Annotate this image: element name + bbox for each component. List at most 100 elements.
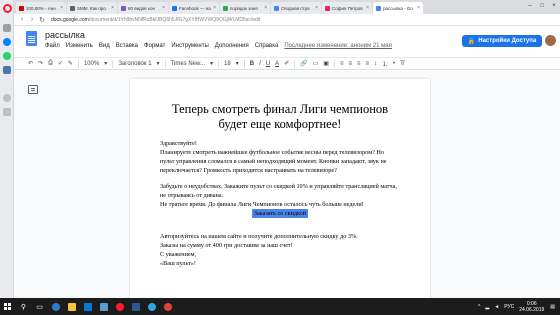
menu-file[interactable]: Файл: [45, 43, 60, 49]
link-icon[interactable]: 🔗: [300, 60, 307, 67]
comment-icon[interactable]: ▭: [313, 60, 319, 67]
doc-title[interactable]: рассылка: [45, 30, 85, 40]
clear-format-icon[interactable]: T̸: [400, 61, 404, 67]
font-size-select[interactable]: 18: [224, 61, 231, 67]
bulleted-list-icon[interactable]: •: [393, 61, 395, 67]
url-field[interactable]: docs.google.com /document/d/1Yh9bvNNfRzB…: [51, 15, 560, 24]
browser-tab[interactable]: 60 видов кон ×: [118, 2, 168, 14]
undo-icon[interactable]: ↶: [28, 60, 33, 67]
highlight-icon[interactable]: ✐: [284, 60, 289, 67]
language-indicator[interactable]: РУС: [504, 304, 514, 310]
window-controls: – □ ×: [524, 0, 560, 12]
tray-arrow-icon[interactable]: ^: [478, 304, 480, 310]
start-button[interactable]: [0, 298, 14, 315]
store-taskbar-icon[interactable]: [81, 298, 94, 315]
close-tab-icon[interactable]: ×: [162, 5, 165, 11]
menu-addons[interactable]: Дополнения: [215, 43, 249, 49]
tab-label: порядок заня: [230, 5, 258, 11]
mail-taskbar-icon[interactable]: [97, 298, 110, 315]
cta-link[interactable]: Заказать со скидкой: [251, 209, 309, 218]
telegram-taskbar-icon[interactable]: [145, 298, 158, 315]
whatsapp-icon[interactable]: [3, 52, 11, 60]
explorer-taskbar-icon[interactable]: [65, 298, 78, 315]
chevron-down-icon[interactable]: ▾: [210, 60, 213, 67]
close-window-icon[interactable]: ×: [548, 0, 560, 12]
menu-edit[interactable]: Изменить: [66, 43, 93, 49]
align-right-icon[interactable]: ≡: [357, 61, 361, 67]
print-icon[interactable]: ⎙: [48, 60, 53, 67]
chevron-down-icon[interactable]: ▾: [104, 60, 107, 67]
browser-sidebar: [0, 0, 14, 298]
menu-tools[interactable]: Инструменты: [171, 43, 208, 49]
text-color-button[interactable]: A: [275, 61, 279, 67]
browser-tab[interactable]: Сводная стра ×: [271, 2, 321, 14]
image-icon[interactable]: ▣: [323, 60, 329, 67]
notifications-icon[interactable]: ▤: [550, 304, 555, 310]
history-icon[interactable]: [3, 94, 11, 102]
speed-dial-icon[interactable]: [3, 24, 11, 32]
tab-label: SMM. Как про: [77, 5, 106, 11]
justify-icon[interactable]: ≡: [366, 61, 370, 67]
volume-icon[interactable]: ◄: [494, 304, 499, 310]
browser-tab[interactable]: SMM. Как про ×: [67, 2, 117, 14]
network-icon[interactable]: ▂: [485, 304, 489, 310]
word-taskbar-icon[interactable]: [129, 298, 142, 315]
vk-icon[interactable]: [3, 66, 11, 74]
messenger-icon[interactable]: [3, 38, 11, 46]
chevron-down-icon[interactable]: ▾: [236, 60, 239, 67]
zoom-select[interactable]: 100%: [84, 61, 99, 67]
search-icon[interactable]: ⚲: [17, 298, 30, 315]
italic-button[interactable]: I: [259, 61, 261, 67]
close-tab-icon[interactable]: ×: [315, 5, 318, 11]
line-spacing-icon[interactable]: ↕: [374, 61, 377, 67]
opera-taskbar-icon[interactable]: [113, 298, 126, 315]
address-bar: ‹ › ↻ docs.google.com /document/d/1Yh9bv…: [14, 14, 560, 26]
last-edit-link[interactable]: Последнее изменение: аноним 21 мая: [284, 43, 392, 49]
outline-icon[interactable]: [28, 85, 38, 94]
close-tab-icon[interactable]: ×: [213, 5, 216, 11]
browser-tab[interactable]: Facebook — на ×: [169, 2, 219, 14]
minimize-icon[interactable]: –: [524, 0, 536, 12]
task-view-icon[interactable]: ▭: [33, 298, 46, 315]
close-tab-icon[interactable]: ×: [417, 5, 420, 11]
chevron-down-icon[interactable]: ▾: [157, 60, 160, 67]
menu-insert[interactable]: Вставка: [116, 43, 138, 49]
avatar[interactable]: [545, 35, 556, 46]
close-tab-icon[interactable]: ×: [111, 5, 114, 11]
browser-tab[interactable]: 100,00% - Анн ×: [16, 2, 66, 14]
redo-icon[interactable]: ↷: [38, 60, 43, 67]
close-tab-icon[interactable]: ×: [366, 5, 369, 11]
numbered-list-icon[interactable]: ⒈: [382, 59, 388, 68]
spellcheck-icon[interactable]: ✓: [58, 60, 63, 67]
forward-icon[interactable]: ›: [27, 16, 37, 23]
docs-logo-icon[interactable]: [26, 31, 37, 46]
menu-view[interactable]: Вид: [99, 43, 110, 49]
tab-label: 100,00% - Анн: [26, 5, 56, 11]
close-tab-icon[interactable]: ×: [60, 5, 63, 11]
font-select[interactable]: Times New...: [171, 61, 205, 67]
reload-icon[interactable]: ↻: [37, 16, 47, 24]
menu-help[interactable]: Справка: [255, 43, 279, 49]
edge-taskbar-icon[interactable]: [49, 298, 62, 315]
opera-menu-icon[interactable]: [3, 4, 12, 13]
paint-format-icon[interactable]: ✎: [68, 60, 73, 67]
tab-label: 60 видов кон: [128, 5, 155, 11]
browser-tab-active[interactable]: рассылка - Go ×: [373, 2, 423, 14]
menu-format[interactable]: Формат: [144, 43, 165, 49]
browser-tab[interactable]: порядок заня ×: [220, 2, 270, 14]
bold-button[interactable]: B: [250, 61, 254, 67]
document-page[interactable]: Теперь смотреть финал Лиги чемпионов буд…: [130, 79, 430, 315]
close-tab-icon[interactable]: ×: [264, 5, 267, 11]
system-tray: ^ ▂ ◄ РУС 0:06 24.06.2019 ▤: [478, 301, 560, 313]
bookmarks-icon[interactable]: [3, 108, 11, 116]
browser-tab[interactable]: София Петров ×: [322, 2, 372, 14]
align-center-icon[interactable]: ≡: [348, 61, 352, 67]
share-button[interactable]: 🔒 Настройки Доступа: [462, 35, 542, 47]
maximize-icon[interactable]: □: [536, 0, 548, 12]
chrome-taskbar-icon[interactable]: [161, 298, 174, 315]
style-select[interactable]: Заголовок 1: [118, 61, 151, 67]
align-left-icon[interactable]: ≡: [340, 61, 344, 67]
clock[interactable]: 0:06 24.06.2019: [519, 301, 544, 313]
back-icon[interactable]: ‹: [17, 16, 27, 23]
underline-button[interactable]: U: [266, 61, 270, 67]
